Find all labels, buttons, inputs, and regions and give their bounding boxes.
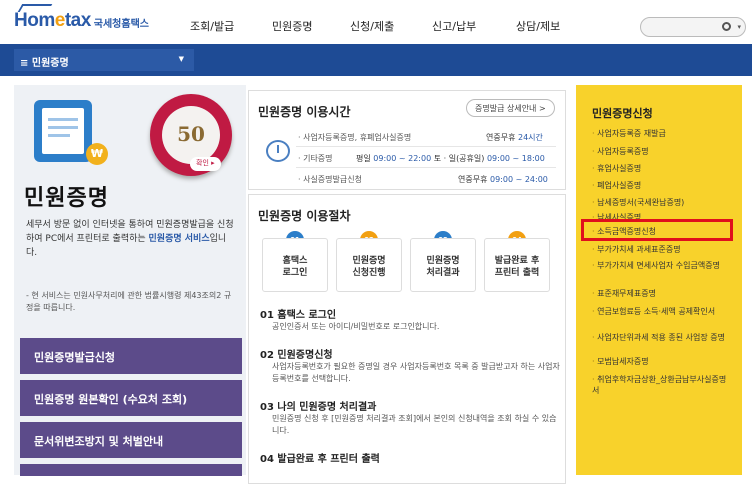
step-apply: 민원증명 신청진행	[336, 238, 402, 292]
right-item-pension-cert[interactable]: · 연금보험료등 소득·세액 공제확인서	[592, 306, 732, 317]
right-item-unit-tax-cert[interactable]: · 사업자단위과세 적용 종된 사업장 증명	[592, 332, 732, 343]
gnb-report[interactable]: 신고/납부	[432, 18, 476, 34]
gnb-consult[interactable]: 상담/제보	[516, 18, 560, 34]
original-verify-button[interactable]: 민원증명 원본확인 (수요처 조회)	[20, 380, 242, 416]
hamburger-icon: ≡	[20, 58, 32, 69]
document-icon	[34, 100, 92, 162]
right-panel	[576, 85, 742, 475]
right-item-student-loan-cert[interactable]: · 취업후학자금상환_상환금납부사실증명서	[592, 374, 732, 396]
highlight-box	[581, 219, 733, 241]
right-panel-title: 민원증명신청	[592, 107, 653, 120]
right-item-tax-payment-cert[interactable]: · 납세증명서(국세완납증명)	[592, 197, 732, 208]
right-item-model-taxpayer-cert[interactable]: · 모범납세자증명	[592, 356, 732, 367]
process-text: 민원증명 신청 후 [민원증명 처리결과 조회]에서 본인의 신청내역을 조회 …	[272, 414, 557, 435]
clock-icon	[266, 140, 290, 162]
process-heading: 03 나의 민원증명 처리결과	[260, 402, 377, 413]
hours-row-value: 평일 09:00 ~ 22:00 토 · 일(공휴일) 09:00 ~ 18:0…	[356, 154, 545, 163]
gnb-inquiry[interactable]: 조회/발급	[190, 18, 234, 34]
search-icon[interactable]	[722, 22, 731, 31]
forgery-guide-button[interactable]: 문서위변조방지 및 처벌안내	[20, 422, 242, 458]
search-input[interactable]: ▾	[640, 17, 746, 37]
coin-icon: ₩	[86, 143, 108, 165]
right-item-financial-cert[interactable]: · 표준재무제표증명	[592, 288, 732, 299]
right-item-bizreg-reissue[interactable]: · 사업자등록증 재발급	[592, 128, 732, 139]
right-item-closure-cert[interactable]: · 폐업사실증명	[592, 180, 732, 191]
hours-row-label: · 기타증명	[298, 154, 333, 163]
hours-row-value: 연중무휴 24시간	[486, 133, 543, 142]
more-button[interactable]	[20, 464, 242, 476]
sub-navigation-bar: ≡ 민원증명 ▼	[0, 44, 752, 76]
right-item-suspension-cert[interactable]: · 휴업사실증명	[592, 163, 732, 174]
logo-subtitle: 국세청홈택스	[93, 19, 149, 30]
detail-guide-button[interactable]: 증명발급 상세안내 >	[466, 99, 555, 117]
top-header: Hometax 국세청홈택스 조회/발급 민원증명 신청/제출 신고/납부 상담…	[0, 0, 752, 44]
process-heading: 01 홈택스 로그인	[260, 310, 337, 321]
process-heading: 04 발급완료 후 프린터 출력	[260, 454, 380, 465]
hours-row-label: · 사실증명발급신청	[298, 175, 362, 184]
menu-selector[interactable]: ≡ 민원증명 ▼	[14, 49, 194, 71]
service-description: 세무서 방문 없이 인터넷을 통하여 민원증명발급을 신청하여 PC에서 프린터…	[26, 220, 234, 258]
process-text: 공인인증서 또는 아이디/비밀번호로 로그인합니다.	[272, 322, 440, 331]
step-login: 홈택스 로그인	[262, 238, 328, 292]
process-text: 사업자등록번호가 필요한 증명일 경우 사업자등록번호 목록 중 발급받고자 하…	[272, 362, 560, 383]
hours-title: 민원증명 이용시간	[258, 105, 351, 119]
legal-note: - 현 서비스는 민원사무처리에 관한 법률시행령 제43조의2 규정을 따릅니…	[26, 291, 232, 312]
gnb-apply[interactable]: 신청/제출	[350, 18, 394, 34]
hours-row-value: 연중무휴 09:00 ~ 24:00	[458, 175, 548, 184]
cert-issue-button[interactable]: 민원증명발급신청	[20, 338, 242, 374]
badge-confirm-button[interactable]: 확인 ▸	[190, 157, 221, 171]
right-item-bizreg-cert[interactable]: · 사업자등록증명	[592, 146, 732, 157]
hours-row-label: · 사업자등록증명, 휴폐업사실증명	[298, 133, 412, 142]
step-print: 발급완료 후 프린터 출력	[484, 238, 550, 292]
right-item-vat-base-cert[interactable]: · 부가가치세 과세표준증명	[592, 244, 732, 255]
hometax-logo[interactable]: Hometax 국세청홈택스	[14, 4, 149, 32]
chevron-down-icon: ▼	[178, 55, 184, 63]
step-result: 민원증명 처리결과	[410, 238, 476, 292]
right-item-vat-exempt-cert[interactable]: · 부가가치세 면세사업자 수입금액증명	[592, 260, 732, 271]
page-title: 민원증명	[24, 186, 109, 211]
roof-icon	[17, 4, 53, 12]
gnb-civil-cert[interactable]: 민원증명	[272, 18, 312, 34]
process-heading: 02 민원증명신청	[260, 350, 333, 361]
process-title: 민원증명 이용절차	[258, 209, 351, 223]
chevron-down-icon[interactable]: ▾	[737, 23, 741, 31]
